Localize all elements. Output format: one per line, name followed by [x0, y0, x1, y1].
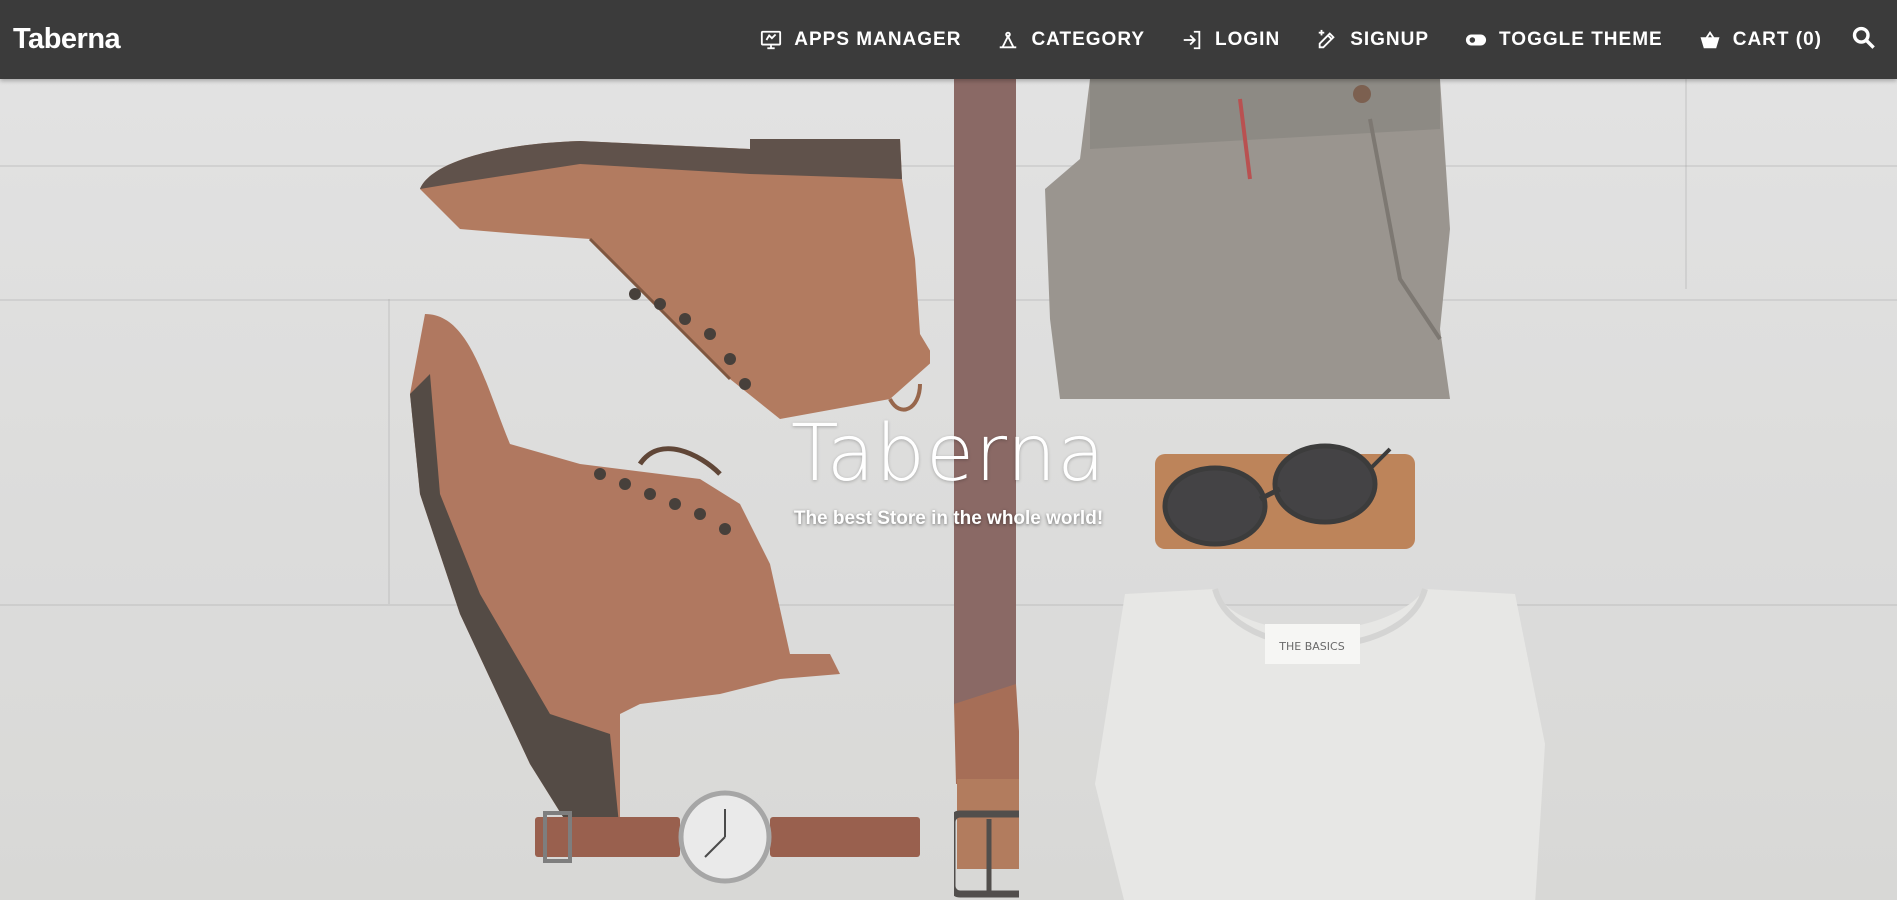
nav-label: SIGNUP [1350, 28, 1430, 50]
nav-label: CATEGORY [1031, 28, 1146, 50]
main-nav: APPS MANAGER CATEGORY LOGIN SIGNUP TOGGL… [724, 0, 1877, 79]
signup-pencil-icon [1318, 29, 1335, 48]
nav-label: TOGGLE THEME [1499, 28, 1663, 50]
login-icon [1183, 30, 1201, 49]
hero-title: Taberna [791, 409, 1106, 499]
nav-signup[interactable]: SIGNUP [1316, 29, 1429, 51]
nav-apps-manager[interactable]: APPS MANAGER [760, 29, 961, 51]
top-app-bar: Taberna APPS MANAGER CATEGORY LOGIN SIGN… [0, 0, 1897, 79]
nav-label: LOGIN [1215, 28, 1281, 50]
category-icon [1000, 31, 1017, 48]
nav-cart[interactable]: CART (0) [1699, 29, 1822, 51]
toggle-icon [1465, 34, 1487, 45]
nav-login[interactable]: LOGIN [1181, 29, 1280, 51]
nav-category[interactable]: CATEGORY [997, 29, 1145, 51]
cart-basket-icon [1700, 30, 1720, 48]
search-icon [1852, 26, 1875, 49]
nav-toggle-theme[interactable]: TOGGLE THEME [1465, 29, 1663, 51]
nav-label: CART (0) [1732, 28, 1822, 50]
apps-monitor-icon [761, 30, 782, 49]
nav-label: APPS MANAGER [794, 28, 962, 50]
hero-subtitle: The best Store in the whole world! [793, 508, 1104, 529]
brand-title[interactable]: Taberna [13, 23, 121, 56]
search-button[interactable] [1850, 24, 1877, 56]
hero-banner: THE BASICS Taberna The best Store in the… [0, 79, 1897, 900]
